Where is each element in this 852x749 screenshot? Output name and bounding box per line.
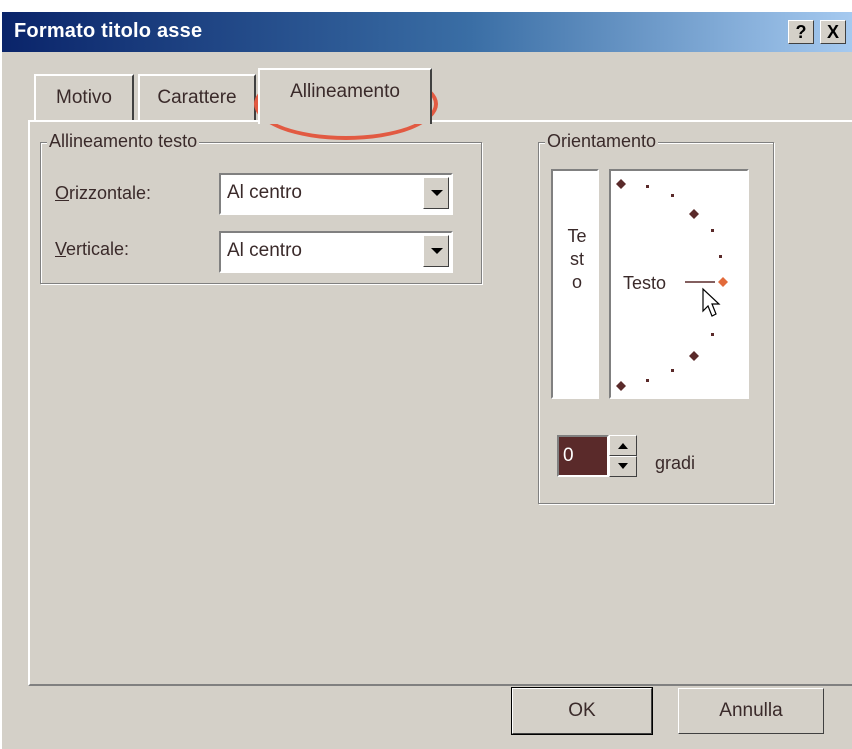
dial-marker (616, 381, 626, 391)
mouse-pointer-icon (702, 287, 721, 317)
dial-dot (719, 255, 722, 258)
horizontal-select[interactable]: Al centro (219, 173, 453, 215)
orientation-group: Orientamento Testo Testo 0 gradi (538, 131, 774, 504)
orientation-dial[interactable]: Testo (609, 169, 749, 399)
dial-dot (711, 229, 714, 232)
dial-marker (689, 351, 699, 361)
vertical-text: Testo (567, 226, 587, 292)
arrow-up-icon (618, 443, 628, 449)
title-bar[interactable]: Formato titolo asse ? X (2, 12, 852, 52)
dial-marker (689, 209, 699, 219)
ok-button[interactable]: OK (511, 687, 653, 735)
text-alignment-group: Allineamento testo Orizzontale: Al centr… (40, 131, 482, 284)
degrees-value: 0 (563, 445, 574, 466)
chevron-down-icon[interactable] (423, 235, 449, 267)
window-title: Formato titolo asse (14, 20, 203, 42)
dial-dot (671, 369, 674, 372)
vertical-select[interactable]: Al centro (219, 231, 453, 273)
tab-motivo[interactable]: Motivo (34, 74, 134, 120)
dial-dot (646, 185, 649, 188)
text-alignment-legend: Allineamento testo (47, 131, 200, 152)
dial-dot (646, 379, 649, 382)
orientation-dial-graphic: Testo (616, 179, 728, 391)
help-button[interactable]: ? (788, 20, 814, 44)
tab-panel: Allineamento testo Orizzontale: Al centr… (28, 120, 852, 686)
dial-selected-marker (718, 277, 728, 287)
dial-text: Testo (623, 273, 666, 293)
close-button[interactable]: X (820, 20, 846, 44)
vertical-select-value: Al centro (227, 240, 302, 261)
tab-allineamento[interactable]: Allineamento (258, 68, 432, 124)
vertical-text-toggle[interactable]: Testo (551, 169, 599, 399)
vertical-label: Verticale: (55, 239, 130, 259)
dial-marker (616, 179, 626, 189)
horizontal-select-value: Al centro (227, 182, 302, 203)
spin-up-button[interactable] (609, 435, 637, 456)
dial-dot (671, 194, 674, 197)
degrees-input[interactable]: 0 (557, 435, 609, 477)
orientation-legend: Orientamento (545, 131, 659, 152)
spin-down-button[interactable] (609, 456, 637, 477)
dialog-window: Formato titolo asse ? X Motivo Carattere… (0, 12, 852, 749)
tab-carattere[interactable]: Carattere (138, 74, 256, 120)
chevron-down-icon[interactable] (423, 177, 449, 209)
dial-dot (711, 333, 714, 336)
arrow-down-icon (618, 463, 628, 469)
horizontal-label: Orizzontale: (55, 183, 152, 203)
cancel-button[interactable]: Annulla (678, 688, 824, 734)
degrees-label: gradi (655, 453, 696, 473)
